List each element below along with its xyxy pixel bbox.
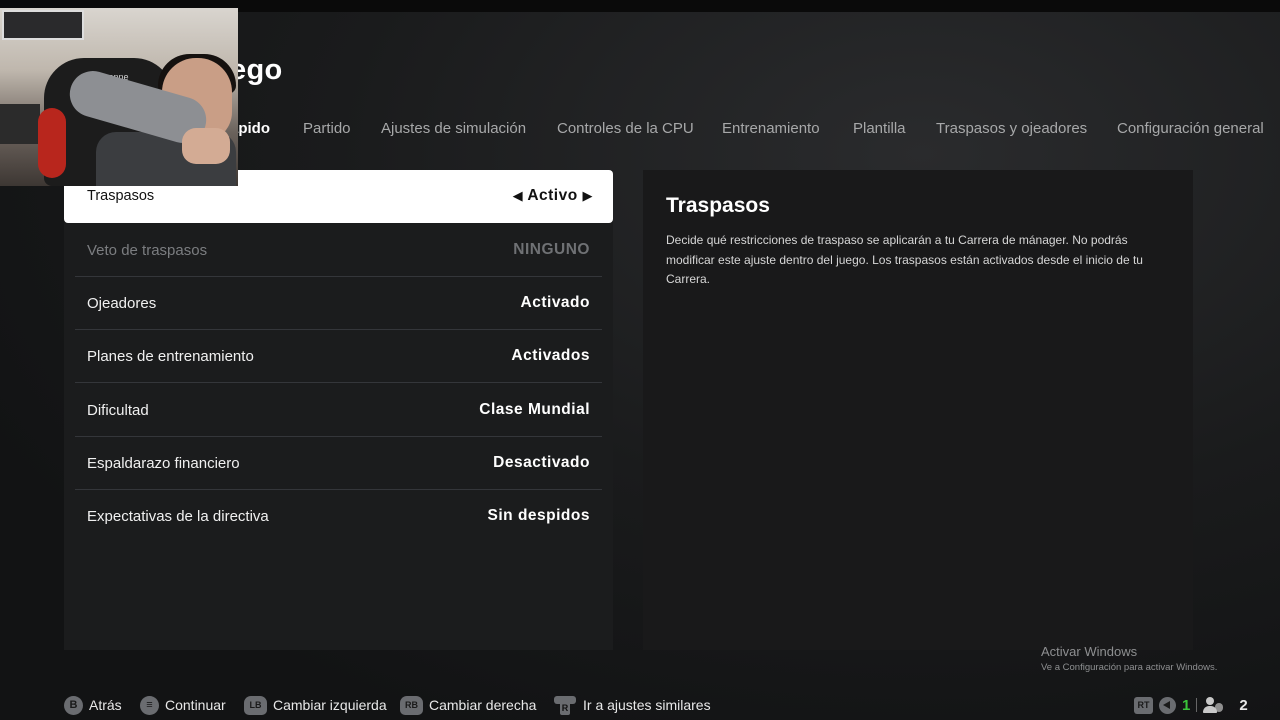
windows-activation-watermark: Activar Windows Ve a Configuración para … [1041,644,1217,673]
right-stick-icon: R [553,694,577,716]
players-count: 2 [1239,696,1248,714]
setting-label: Dificultad [87,402,149,419]
hint-label: Continuar [165,697,226,713]
tab-partido[interactable]: Partido [303,120,351,137]
tab-entrenamiento[interactable]: Entrenamiento [722,120,820,137]
hint-label: Ir a ajustes similares [583,697,711,713]
detail-title: Traspasos [666,194,770,217]
tab-ajustes-simulacion[interactable]: Ajustes de simulación [381,120,526,137]
detail-panel: Traspasos Decide qué restricciones de tr… [643,170,1193,650]
menu-button-icon: ≡ [140,695,159,715]
rb-bumper-icon: RB [400,695,423,715]
setting-value: NINGUNO [513,241,590,258]
setting-value-text: Activo [527,187,578,204]
hint-atras[interactable]: B Atrás [64,694,122,716]
status-indicators: RT 1 2 [1134,694,1248,716]
setting-label: Expectativas de la directiva [87,508,269,525]
setting-label: Veto de traspasos [87,242,208,259]
setting-row-ojeadores[interactable]: Ojeadores Activado [75,277,602,330]
streamer-hand [182,128,230,164]
detail-description: Decide qué restricciones de traspaso se … [666,233,1143,286]
watermark-subtitle: Ve a Configuración para activar Windows. [1041,662,1218,673]
setting-row-espaldarazo-financiero[interactable]: Espaldarazo financiero Desactivado [75,437,602,490]
wall-frame [2,10,84,40]
setting-label: Ojeadores [87,295,157,312]
setting-value: Sin despidos [487,507,590,524]
shelf [0,104,40,144]
tab-plantilla[interactable]: Plantilla [853,120,906,137]
setting-row-planes-entrenamiento[interactable]: Planes de entrenamiento Activados [75,330,602,383]
hint-label: Cambiar izquierda [273,697,387,713]
settings-panel: Traspasos ◀ Activo ▶ Veto de traspasos N… [64,170,613,650]
tab-controles-cpu[interactable]: Controles de la CPU [557,120,694,137]
tab-configuracion-general[interactable]: Configuración general [1117,120,1264,137]
b-button-icon: B [64,695,83,715]
rt-trigger-icon: RT [1134,696,1153,714]
webcam-overlay: vonne [0,8,238,186]
setting-row-expectativas-directiva[interactable]: Expectativas de la directiva Sin despido… [75,490,602,543]
lb-bumper-icon: LB [244,695,267,715]
button-hints-bar: B Atrás ≡ Continuar LB Cambiar izquierda… [64,694,1264,716]
setting-value: Desactivado [493,454,590,471]
setting-label: Espaldarazo financiero [87,455,240,472]
hint-cambiar-izquierda[interactable]: LB Cambiar izquierda [244,694,387,716]
chair-accent [38,108,66,178]
setting-row-veto-traspasos[interactable]: Veto de traspasos NINGUNO [75,224,602,277]
players-icon [1203,696,1224,714]
setting-label: Traspasos [87,188,155,204]
speaker-icon [1159,696,1176,714]
setting-row-dificultad[interactable]: Dificultad Clase Mundial [75,384,602,437]
arrow-right-icon[interactable]: ▶ [583,188,594,203]
watermark-title: Activar Windows [1041,644,1138,659]
hint-continuar[interactable]: ≡ Continuar [140,694,226,716]
setting-value: ◀ Activo ▶ [513,187,593,205]
setting-value: Activado [520,294,590,311]
setting-value: Clase Mundial [479,401,590,418]
hint-cambiar-derecha[interactable]: RB Cambiar derecha [400,694,536,716]
setting-value: Activados [511,347,590,364]
local-count: 1 [1182,696,1191,714]
setting-label: Planes de entrenamiento [87,348,254,365]
tab-traspasos-ojeadores[interactable]: Traspasos y ojeadores [936,120,1087,137]
arrow-left-icon[interactable]: ◀ [513,188,524,203]
hint-ajustes-similares[interactable]: R Ir a ajustes similares [553,694,711,716]
hint-label: Atrás [89,697,122,713]
hint-label: Cambiar derecha [429,697,537,713]
divider [1196,698,1198,712]
